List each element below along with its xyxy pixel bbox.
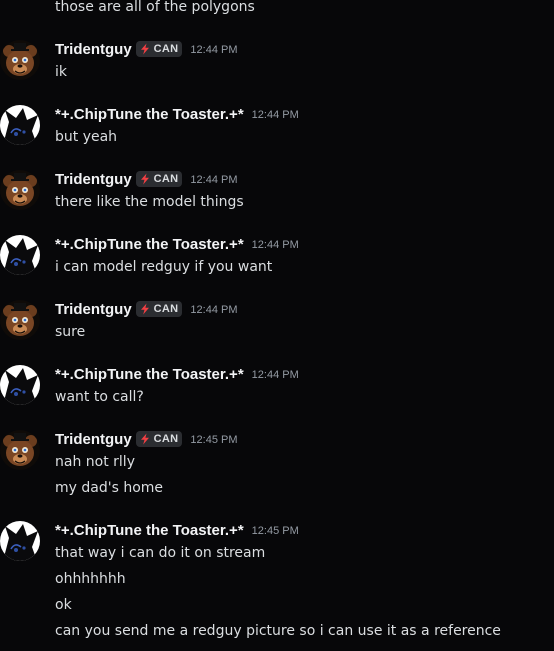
server-tag[interactable]: CAN bbox=[135, 41, 183, 57]
lightning-bolt-icon bbox=[140, 303, 149, 315]
message-text[interactable]: want to call? bbox=[55, 388, 144, 406]
message-header: Tridentguy CAN 12:44 PM bbox=[55, 39, 238, 59]
message-header: Tridentguy CAN 12:45 PM bbox=[55, 429, 238, 449]
username[interactable]: *+.ChipTune the Toaster.+* bbox=[55, 522, 244, 539]
avatar[interactable] bbox=[0, 170, 40, 210]
avatar[interactable] bbox=[0, 300, 40, 340]
brown-bear-avatar bbox=[0, 40, 40, 80]
brown-bear-avatar bbox=[0, 300, 40, 340]
username[interactable]: *+.ChipTune the Toaster.+* bbox=[55, 106, 244, 123]
message-header: *+.ChipTune the Toaster.+* 12:44 PM bbox=[55, 364, 299, 384]
avatar[interactable] bbox=[0, 105, 40, 145]
avatar[interactable] bbox=[0, 521, 40, 561]
server-tag[interactable]: CAN bbox=[135, 431, 183, 447]
message-header: *+.ChipTune the Toaster.+* 12:44 PM bbox=[55, 234, 299, 254]
timestamp[interactable]: 12:44 PM bbox=[190, 174, 237, 186]
message-text[interactable]: there like the model things bbox=[55, 193, 244, 211]
white-black-cartoon-avatar bbox=[0, 235, 40, 275]
timestamp[interactable]: 12:44 PM bbox=[190, 44, 237, 56]
message-text[interactable]: ohhhhhhh bbox=[55, 570, 126, 588]
timestamp[interactable]: 12:44 PM bbox=[252, 369, 299, 381]
message-text[interactable]: sure bbox=[55, 323, 85, 341]
message-text[interactable]: but yeah bbox=[55, 128, 117, 146]
username[interactable]: Tridentguy bbox=[55, 431, 132, 448]
message-header: Tridentguy CAN 12:44 PM bbox=[55, 299, 238, 319]
avatar[interactable] bbox=[0, 235, 40, 275]
brown-bear-avatar bbox=[0, 170, 40, 210]
message-text[interactable]: can you send me a redguy picture so i ca… bbox=[55, 622, 501, 640]
lightning-bolt-icon bbox=[140, 173, 149, 185]
timestamp[interactable]: 12:45 PM bbox=[252, 525, 299, 537]
server-tag[interactable]: CAN bbox=[135, 171, 183, 187]
brown-bear-avatar bbox=[0, 430, 40, 470]
tag-label: CAN bbox=[153, 173, 179, 185]
message-header: *+.ChipTune the Toaster.+* 12:45 PM bbox=[55, 520, 299, 540]
message-text[interactable]: i can model redguy if you want bbox=[55, 258, 272, 276]
message-header: *+.ChipTune the Toaster.+* 12:44 PM bbox=[55, 104, 299, 124]
username[interactable]: Tridentguy bbox=[55, 301, 132, 318]
timestamp[interactable]: 12:44 PM bbox=[252, 109, 299, 121]
lightning-bolt-icon bbox=[140, 433, 149, 445]
timestamp[interactable]: 12:45 PM bbox=[190, 434, 237, 446]
server-tag[interactable]: CAN bbox=[135, 301, 183, 317]
message-text[interactable]: ik bbox=[55, 63, 67, 81]
username[interactable]: *+.ChipTune the Toaster.+* bbox=[55, 366, 244, 383]
tag-label: CAN bbox=[153, 43, 179, 55]
message-text[interactable]: that way i can do it on stream bbox=[55, 544, 265, 562]
timestamp[interactable]: 12:44 PM bbox=[252, 239, 299, 251]
white-black-cartoon-avatar bbox=[0, 105, 40, 145]
chat-message-list: those are all of the polygons Tridentguy… bbox=[0, 0, 554, 651]
username[interactable]: Tridentguy bbox=[55, 41, 132, 58]
avatar[interactable] bbox=[0, 365, 40, 405]
message-text[interactable]: those are all of the polygons bbox=[55, 0, 255, 16]
message-text[interactable]: ok bbox=[55, 596, 72, 614]
white-black-cartoon-avatar bbox=[0, 365, 40, 405]
tag-label: CAN bbox=[153, 433, 179, 445]
timestamp[interactable]: 12:44 PM bbox=[190, 304, 237, 316]
tag-label: CAN bbox=[153, 303, 179, 315]
avatar[interactable] bbox=[0, 430, 40, 470]
message-text[interactable]: nah not rlly bbox=[55, 453, 135, 471]
white-black-cartoon-avatar bbox=[0, 521, 40, 561]
lightning-bolt-icon bbox=[140, 43, 149, 55]
avatar[interactable] bbox=[0, 40, 40, 80]
username[interactable]: *+.ChipTune the Toaster.+* bbox=[55, 236, 244, 253]
message-header: Tridentguy CAN 12:44 PM bbox=[55, 169, 238, 189]
username[interactable]: Tridentguy bbox=[55, 171, 132, 188]
message-text[interactable]: my dad's home bbox=[55, 479, 163, 497]
